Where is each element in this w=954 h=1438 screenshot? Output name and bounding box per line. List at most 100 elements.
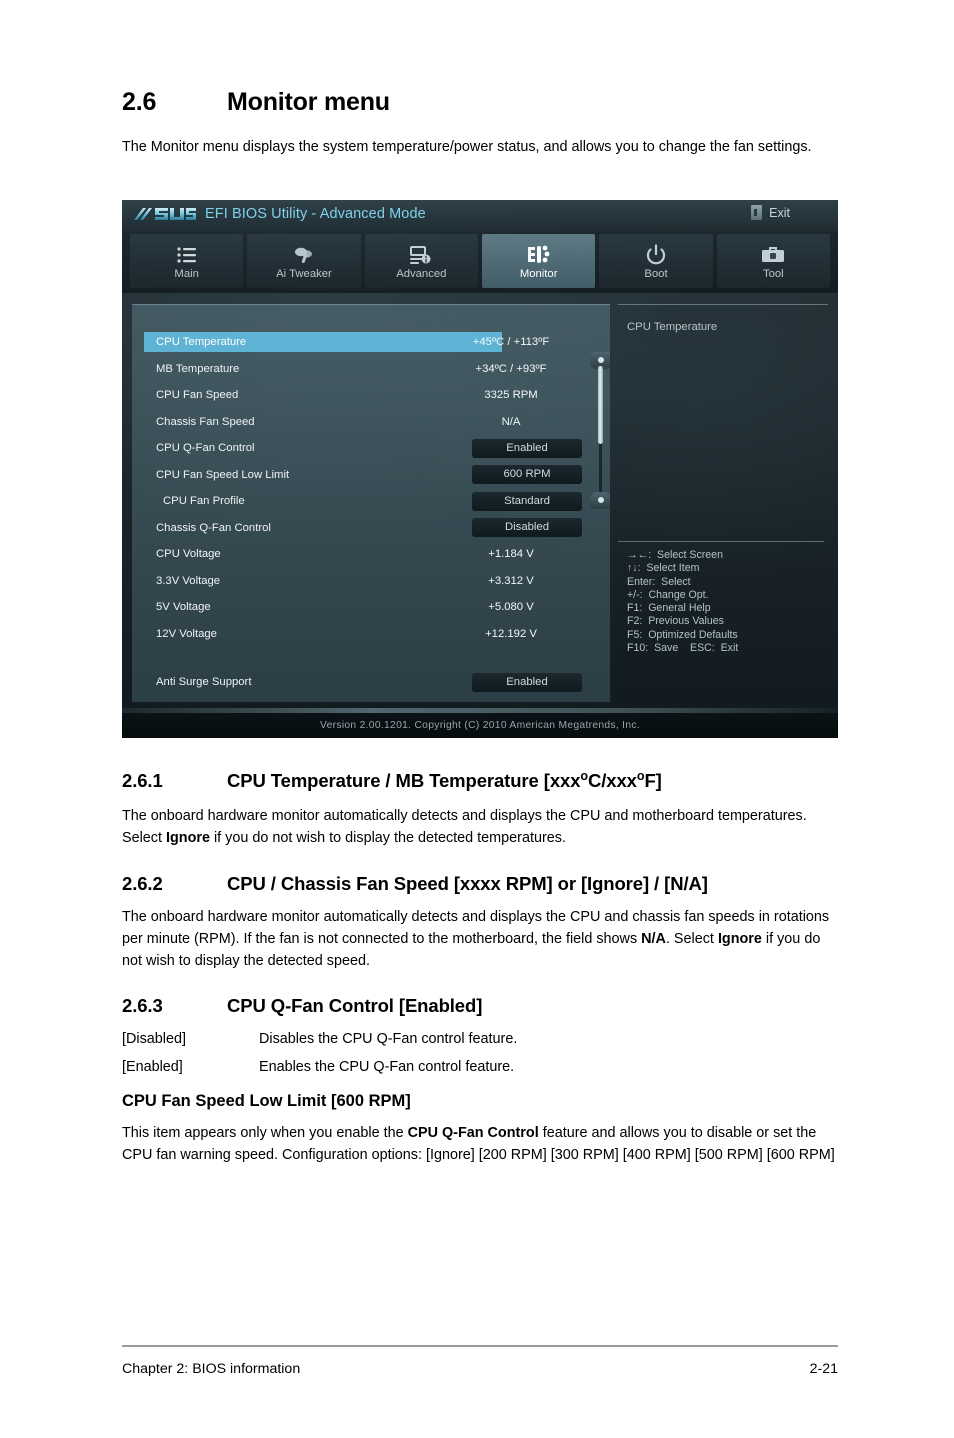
settings-panel: CPU Temperature +45ºC / +113ºF MB Temperat… [132, 304, 610, 702]
tab-tool[interactable]: Tool [716, 234, 830, 288]
text-run-bold: CPU Q-Fan Control [407, 1125, 539, 1141]
setting-row[interactable]: CPU Fan Speed 3325 RPM [132, 385, 610, 405]
setting-row[interactable]: 5V Voltage +5.080 V [132, 597, 610, 617]
setting-row[interactable]: 12V Voltage +12.192 V [132, 624, 610, 644]
subheading-fan-low-limit: CPU Fan Speed Low Limit [600 RPM] [122, 1092, 411, 1110]
tab-advanced[interactable]: Advanced [364, 234, 478, 288]
legend-line: Enter: Select [627, 575, 691, 588]
setting-label: MB Temperature [156, 362, 240, 375]
exit-button-label: Exit [769, 205, 790, 220]
setting-row[interactable]: 3.3V Voltage +3.312 V [132, 571, 610, 591]
setting-label: CPU Fan Speed Low Limit [156, 468, 290, 481]
legend-line: ↑↓: Select Item [627, 562, 700, 575]
setting-row[interactable]: CPU Temperature +45ºC / +113ºF [132, 332, 610, 352]
setting-value: +5.080 V [488, 601, 534, 613]
setting-value: +45ºC / +113ºF [472, 336, 550, 348]
setting-label: 12V Voltage [156, 627, 217, 640]
setting-row[interactable]: CPU Voltage +1.184 V [132, 544, 610, 564]
help-panel: CPU Temperature →←: Select Screen ↑↓: Sel… [618, 304, 828, 702]
setting-row[interactable]: Chassis Q-Fan Control Disabled [132, 518, 610, 538]
subsection-body-262: The onboard hardware monitor automatical… [122, 906, 837, 972]
setting-row[interactable]: CPU Fan Profile Standard [132, 491, 610, 511]
tab-label: Ai Tweaker [276, 268, 332, 280]
tab-label: Main [174, 268, 199, 280]
scrollbar[interactable] [589, 352, 610, 509]
subsection-title: CPU / Chassis Fan Speed [xxxx RPM] or [I… [227, 873, 708, 894]
subsection-title: CPU Temperature / MB Temperature [xxxoC/… [227, 768, 662, 791]
subsection-heading-262: 2.6.2 CPU / Chassis Fan Speed [xxxx RPM] … [122, 873, 708, 895]
exit-icon [751, 205, 763, 220]
setting-value-dropdown[interactable]: Disabled [472, 518, 582, 537]
tab-ai-tweaker[interactable]: Ai Tweaker [247, 234, 361, 288]
section-title: Monitor menu [227, 88, 390, 116]
subsection-heading-261: 2.6.1 CPU Temperature / MB Temperature [x… [122, 770, 662, 792]
text-run: . Select [665, 931, 718, 947]
setting-value-dropdown[interactable]: 600 RPM [472, 465, 582, 484]
tab-label: Advanced [396, 268, 447, 280]
option-desc: Disables the CPU Q-Fan control feature. [259, 1031, 518, 1047]
legend-line: F10: Save ESC: Exit [627, 642, 739, 655]
setting-value: +34ºC / +93ºF [475, 362, 547, 375]
help-title: CPU Temperature [627, 321, 718, 333]
advanced-icon [409, 242, 433, 267]
section-heading: 2.6 Monitor menu [122, 88, 390, 117]
setting-row[interactable]: CPU Q-Fan Control Enabled [132, 438, 610, 458]
setting-row[interactable]: MB Temperature +34ºC / +93ºF [132, 359, 610, 379]
subsection-number: 2.6.1 [122, 770, 163, 791]
asus-logo-icon [133, 206, 197, 223]
bios-title-bar: EFI BIOS Utility - Advanced Mode Exit [122, 200, 838, 231]
setting-value-dropdown[interactable]: Enabled [472, 438, 582, 458]
option-key: [Disabled] [122, 1031, 186, 1047]
tab-label: Monitor [519, 268, 558, 280]
setting-row[interactable]: CPU Fan Speed Low Limit 600 RPM [132, 465, 610, 485]
power-icon [645, 242, 667, 267]
setting-label: CPU Fan Speed [156, 389, 239, 401]
text-run-bold: Ignore [166, 830, 210, 846]
scrollbar-thumb[interactable] [598, 366, 603, 444]
option-key: [Enabled] [122, 1059, 183, 1075]
legend-line: +/-: Change Opt. [627, 588, 709, 601]
subsection-number: 2.6.2 [122, 873, 163, 894]
key-legend: →←: Select Screen ↑↓: Select Item Enter: S… [627, 549, 738, 655]
setting-value: +1.184 V [488, 548, 534, 560]
setting-value-dropdown[interactable]: Enabled [472, 672, 582, 692]
subheading-body: This item appears only when you enable t… [122, 1122, 837, 1166]
text-run: if you do not wish to display the detect… [209, 830, 566, 846]
setting-label: 3.3V Voltage [156, 574, 221, 587]
subsection-body-261: The onboard hardware monitor automatical… [122, 805, 837, 849]
subsection-title: CPU Q-Fan Control [Enabled] [227, 995, 483, 1016]
setting-value: N/A [501, 415, 521, 428]
legend-line: →←: Select Screen [627, 549, 723, 561]
tab-monitor[interactable]: Monitor [481, 234, 596, 288]
setting-label: Anti Surge Support [156, 676, 252, 688]
legend-line: F1: General Help [627, 602, 711, 615]
setting-value: 3325 RPM [484, 389, 538, 401]
setting-value: +3.312 V [488, 574, 534, 587]
tab-boot[interactable]: Boot [599, 234, 713, 288]
setting-value-dropdown[interactable]: Standard [472, 491, 582, 511]
setting-row[interactable]: Anti Surge Support Enabled [132, 672, 610, 692]
manual-page: 2.6 Monitor menu The Monitor menu display… [0, 0, 954, 1438]
setting-label: CPU Fan Profile [163, 495, 245, 507]
setting-label: Chassis Q-Fan Control [156, 521, 271, 534]
text-run-bold: Ignore [717, 931, 762, 947]
scroll-down-button[interactable] [590, 492, 610, 509]
tab-label: Tool [762, 268, 784, 280]
setting-value: +12.192 V [485, 627, 537, 640]
option-desc: Enables the CPU Q-Fan control feature. [259, 1059, 515, 1075]
setting-label: CPU Temperature [156, 336, 247, 348]
setting-row[interactable]: Chassis Fan Speed N/A [132, 412, 610, 432]
text-run-bold: N/A [641, 931, 666, 947]
legend-line: F5: Optimized Defaults [627, 628, 738, 641]
legend-divider [618, 541, 824, 542]
option-row: [Disabled] Disables the CPU Q-Fan control… [122, 1028, 517, 1050]
tab-main[interactable]: Main [130, 234, 244, 288]
toolbox-icon [760, 242, 786, 267]
footer-divider [122, 1345, 838, 1347]
bios-tab-bar: Main Ai Tweaker Advanced Monitor Boot To… [122, 231, 838, 293]
legend-line: F2: Previous Values [627, 615, 724, 628]
bios-screenshot: EFI BIOS Utility - Advanced Mode Exit Ma… [122, 200, 838, 738]
section-number: 2.6 [122, 88, 157, 116]
exit-button[interactable]: Exit [751, 205, 790, 220]
option-row: [Enabled] Enables the CPU Q-Fan control f… [122, 1056, 514, 1078]
